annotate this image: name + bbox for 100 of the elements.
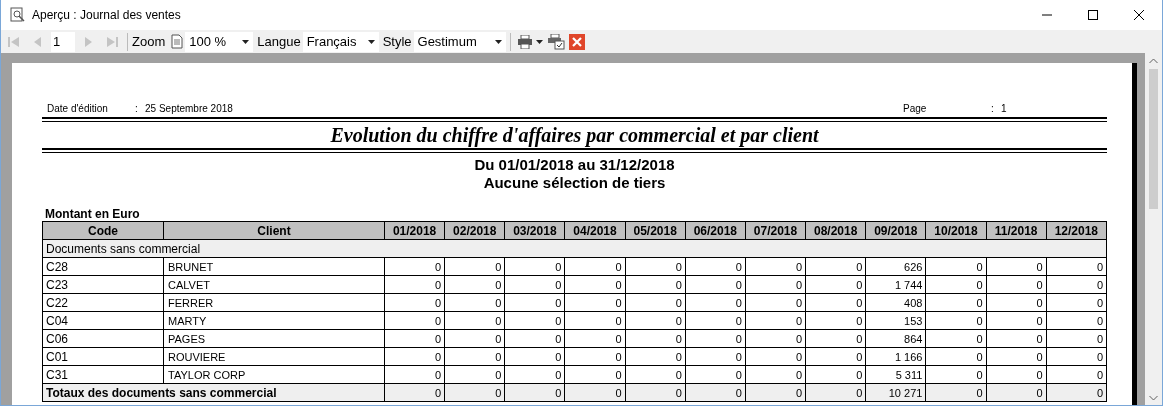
table-cell: 0 xyxy=(444,293,505,312)
date-label: Date d'édition xyxy=(47,102,109,115)
table-cell: 0 xyxy=(745,329,806,348)
style-dropdown[interactable]: Gestimum xyxy=(413,31,506,52)
preview-icon xyxy=(10,7,26,23)
column-header: 07/2018 xyxy=(745,221,806,240)
scroll-down-icon[interactable] xyxy=(1149,395,1158,401)
column-header: Client xyxy=(163,221,385,240)
table-cell: FERRER xyxy=(163,293,385,312)
table-cell: 0 xyxy=(986,275,1047,294)
table-cell: 0 xyxy=(745,365,806,384)
table-cell: 0 xyxy=(444,257,505,276)
report-selection: Aucune sélection de tiers xyxy=(482,174,667,192)
table-cell: 0 xyxy=(685,293,746,312)
table-cell: C31 xyxy=(42,365,164,384)
table-cell: 0 xyxy=(745,347,806,366)
table-cell: 0 xyxy=(925,311,987,330)
table-cell: 408 xyxy=(865,293,926,312)
close-preview-button[interactable] xyxy=(568,33,585,50)
table-cell: 0 xyxy=(625,275,686,294)
column-header: 12/2018 xyxy=(1046,221,1107,240)
table-cell: 0 xyxy=(564,347,626,366)
table-cell: C22 xyxy=(42,293,164,312)
table-cell: 0 xyxy=(444,329,505,348)
column-header: 09/2018 xyxy=(865,221,926,240)
table-cell: 0 xyxy=(805,311,866,330)
table-cell: 0 xyxy=(925,257,987,276)
table-cell: 0 xyxy=(986,347,1047,366)
column-header: Code xyxy=(42,221,164,240)
table-cell: 0 xyxy=(564,311,626,330)
column-header: 01/2018 xyxy=(384,221,445,240)
table-cell: 0 xyxy=(384,347,445,366)
table-cell: 0 xyxy=(805,275,866,294)
column-header: 08/2018 xyxy=(805,221,866,240)
zoom-dropdown[interactable]: 100 % xyxy=(185,31,254,52)
language-dropdown[interactable]: Français xyxy=(302,31,379,52)
table-cell: 0 xyxy=(745,311,806,330)
table-cell: 0 xyxy=(1046,329,1107,348)
table-cell: PAGES xyxy=(163,329,385,348)
table-cell: 0 xyxy=(504,293,565,312)
table-cell: 0 xyxy=(745,293,806,312)
table-cell: 0 xyxy=(805,257,866,276)
table-cell: BRUNET xyxy=(163,257,385,276)
table-cell: 0 xyxy=(925,293,987,312)
page-value: 1 xyxy=(1001,102,1008,115)
table-cell: 0 xyxy=(925,365,987,384)
table-cell: 0 xyxy=(384,275,445,294)
table-cell: ROUVIERE xyxy=(163,347,385,366)
table-cell: 0 xyxy=(625,347,686,366)
caret-icon xyxy=(535,39,543,44)
print-setup-icon[interactable] xyxy=(546,33,565,50)
table-cell: 0 xyxy=(685,329,746,348)
table-cell: CALVET xyxy=(163,275,385,294)
table-cell: 0 xyxy=(504,257,565,276)
table-cell: 153 xyxy=(865,311,926,330)
table-cell: 0 xyxy=(986,311,1047,330)
table-cell: 0 xyxy=(564,275,626,294)
caret-icon xyxy=(367,39,375,44)
table-cell: 0 xyxy=(625,365,686,384)
table-cell: 0 xyxy=(444,347,505,366)
column-header: 10/2018 xyxy=(925,221,987,240)
table-cell: 626 xyxy=(865,257,926,276)
column-header: 04/2018 xyxy=(564,221,626,240)
table-cell: 0 xyxy=(685,257,746,276)
table-cell: 0 xyxy=(564,365,626,384)
table-cell: 0 xyxy=(1046,293,1107,312)
table-cell: 0 xyxy=(986,293,1047,312)
style-label: Style xyxy=(382,32,412,51)
table-cell: 0 xyxy=(1046,257,1107,276)
page-label: Page xyxy=(903,102,928,115)
table-cell: 0 xyxy=(504,275,565,294)
table-cell: 0 xyxy=(384,311,445,330)
table-cell: C06 xyxy=(42,329,164,348)
scroll-thumb[interactable] xyxy=(1149,69,1158,209)
column-header: 03/2018 xyxy=(504,221,565,240)
table-cell: 0 xyxy=(986,365,1047,384)
page-number-field[interactable]: 1 xyxy=(51,31,75,52)
maximize-icon xyxy=(1088,10,1098,20)
caret-icon xyxy=(494,39,502,44)
table-cell: 0 xyxy=(986,257,1047,276)
column-header: 05/2018 xyxy=(625,221,686,240)
scroll-up-icon[interactable] xyxy=(1149,58,1158,64)
scrollbar[interactable] xyxy=(1145,53,1162,405)
column-header: 02/2018 xyxy=(444,221,505,240)
table-cell: 0 xyxy=(1046,347,1107,366)
table-cell: 0 xyxy=(384,329,445,348)
table-cell: 0 xyxy=(504,311,565,330)
column-header: 06/2018 xyxy=(685,221,746,240)
column-header: 11/2018 xyxy=(986,221,1047,240)
report-period: Du 01/01/2018 au 31/12/2018 xyxy=(473,156,676,174)
table-cell: 0 xyxy=(986,329,1047,348)
table-cell: 0 xyxy=(504,329,565,348)
table-cell: 0 xyxy=(444,365,505,384)
table-cell: MARTY xyxy=(163,311,385,330)
table-cell: 0 xyxy=(564,257,626,276)
table-cell: 5 311 xyxy=(865,365,926,384)
zoom-label: Zoom xyxy=(132,32,166,51)
table-cell: 1 744 xyxy=(865,275,926,294)
table-cell: 0 xyxy=(625,329,686,348)
table-cell: C23 xyxy=(42,275,164,294)
